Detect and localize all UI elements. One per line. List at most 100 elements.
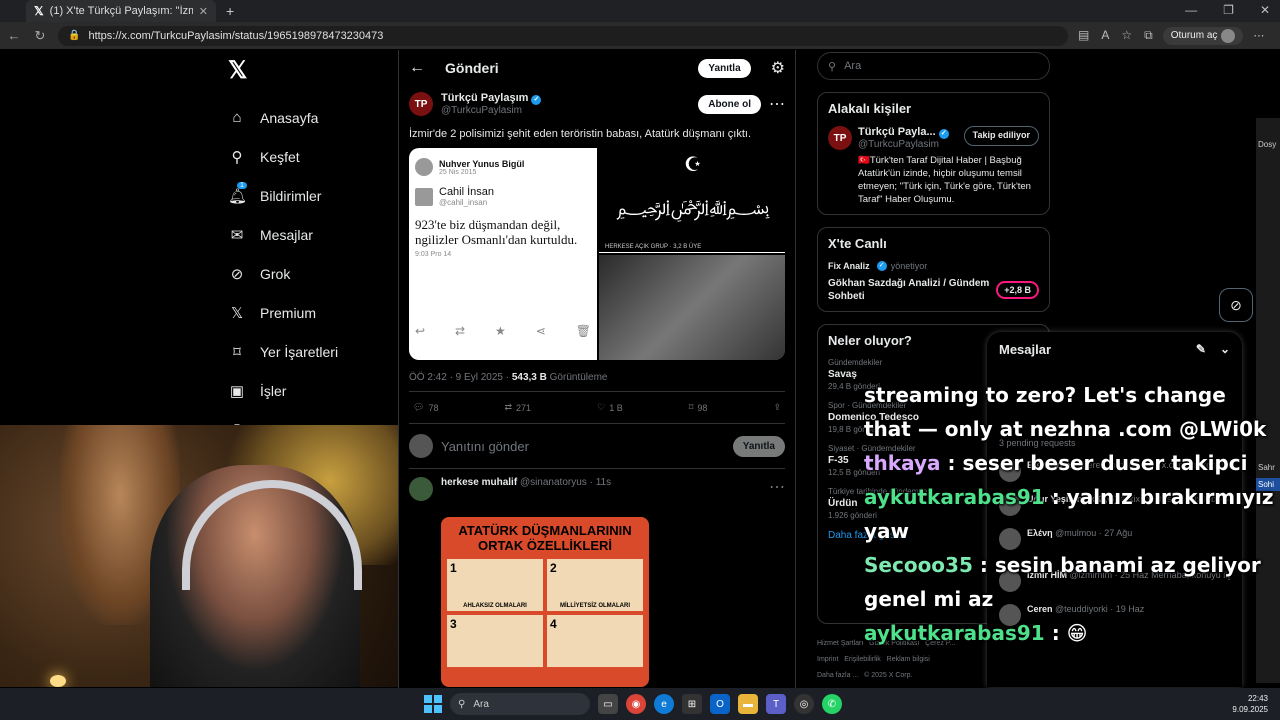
side-panel-label[interactable]: Dosy — [1256, 138, 1280, 151]
tab-title: (1) X'te Türkçü Paylaşım: "İzmir'de — [49, 5, 193, 17]
author-handle[interactable]: @TurkcuPaylasim — [441, 105, 690, 116]
bookmark-action[interactable]: ⌑ 98 — [689, 402, 708, 413]
footer-link[interactable]: Daha fazla ... — [817, 672, 858, 679]
close-window-icon[interactable]: ✕ — [1260, 3, 1270, 17]
edge-icon[interactable]: e — [654, 694, 674, 714]
filter-icon[interactable]: ⚙ — [771, 58, 785, 78]
live-host-name[interactable]: Fix Analiz — [828, 261, 870, 271]
footer-link[interactable]: Imprint — [817, 656, 838, 663]
teams-icon[interactable]: T — [766, 694, 786, 714]
collections-icon[interactable]: ⧉ — [1144, 28, 1153, 43]
outlook-icon[interactable]: O — [710, 694, 730, 714]
related-avatar[interactable]: TP — [828, 126, 852, 150]
close-tab-icon[interactable]: ✕ — [199, 5, 208, 18]
author-info: Türkçü Paylaşım ✓ @TurkcuPaylasim — [441, 92, 690, 116]
subscribe-button[interactable]: Abone ol — [698, 94, 761, 114]
reply-author-handle[interactable]: @sinanatoryus — [520, 477, 587, 488]
task-view-icon[interactable]: ▭ — [598, 694, 618, 714]
taskbar-clock[interactable]: 22:43 9.09.2025 — [1232, 693, 1268, 715]
read-aloud-icon[interactable]: A — [1101, 28, 1109, 43]
verified-icon: ✓ — [938, 129, 949, 139]
like-action[interactable]: ♡ 1 B — [597, 402, 623, 413]
footer-link[interactable]: Reklam bilgisi — [887, 656, 930, 663]
more-options-icon[interactable]: ⋯ — [769, 94, 785, 114]
reply-more-icon[interactable]: ⋯ — [769, 477, 785, 501]
file-explorer-icon[interactable]: ▬ — [738, 694, 758, 714]
quote-user: Cahil İnsan — [439, 186, 495, 198]
live-card: X'te Canlı Fix Analiz ✓ yönetiyor Gökhan S… — [817, 227, 1050, 312]
post-time[interactable]: ÖÖ 2:42 · 9 Eyl 2025 · — [409, 372, 509, 383]
related-info: Türkçü Payla... ✓ @TurkcuPaylasim — [858, 126, 958, 150]
signin-button[interactable]: Oturum aç — [1162, 26, 1244, 45]
media-photo[interactable] — [599, 255, 785, 360]
nav-label: Yer İşaretleri — [260, 343, 339, 360]
nav-explore[interactable]: ⚲ Keşfet — [220, 137, 395, 176]
author-name[interactable]: Türkçü Paylaşım — [441, 92, 528, 104]
post-media[interactable]: Nuhver Yunus Bigül 25 Nis 2015 Cahil İnsa… — [409, 148, 785, 360]
x-home-logo-icon[interactable]: 𝕏 — [228, 56, 395, 86]
cell-label: MİLLİYETSİZ OLMALARI — [560, 603, 630, 609]
quote-user-handle: @cahil_insan — [439, 198, 488, 207]
post-text: İzmir'de 2 polisimizi şehit eden teröris… — [409, 128, 752, 140]
nav-premium[interactable]: 𝕏 Premium — [220, 293, 395, 332]
nav-jobs[interactable]: ▣ İşler — [220, 371, 395, 410]
footer-link[interactable]: Erişilebilirlik — [844, 656, 881, 663]
reply-icon: ↩ — [415, 324, 426, 338]
back-arrow-icon[interactable]: ← — [409, 59, 425, 77]
search-input[interactable]: ⚲ Ara — [817, 52, 1050, 80]
chrome-icon[interactable]: ◉ — [626, 694, 646, 714]
compose-message-icon[interactable]: ✎ — [1196, 342, 1206, 356]
media-screenshot[interactable]: Nuhver Yunus Bigül 25 Nis 2015 Cahil İnsa… — [409, 148, 597, 360]
nav-label: Anasayfa — [260, 109, 319, 126]
obs-icon[interactable]: ◎ — [794, 694, 814, 714]
author-avatar[interactable]: TP — [409, 92, 433, 116]
following-button[interactable]: Takip ediliyor — [963, 126, 1039, 146]
live-space[interactable]: Gökhan Sazdağı Analizi / Gündem Sohbeti … — [828, 277, 1039, 303]
grok-float-button[interactable]: ⊘ — [1219, 288, 1253, 322]
browser-toolbar: ← ↻ 🔒 https://x.com/TurkcuPaylasim/statu… — [0, 22, 1280, 49]
retweet-icon: ⇄ — [455, 324, 466, 338]
reply-header-button[interactable]: Yanıtla — [698, 58, 751, 78]
related-name[interactable]: Türkçü Payla... — [858, 126, 936, 138]
maximize-icon[interactable]: ❐ — [1223, 3, 1234, 17]
nav-bookmarks[interactable]: ⌑ Yer İşaretleri — [220, 332, 395, 371]
post-header: ← Gönderi Yanıtla ⚙ — [399, 50, 795, 86]
share-action[interactable]: ⇪ — [773, 402, 781, 413]
reader-icon[interactable]: ▤ — [1078, 28, 1089, 43]
messages-header[interactable]: Mesajlar ✎ ⌄ — [987, 332, 1242, 366]
reply-submit-button[interactable]: Yanıtla — [732, 435, 785, 457]
related-person[interactable]: TP Türkçü Payla... ✓ @TurkcuPaylasim Taki… — [828, 126, 1039, 150]
reply-poster-image[interactable]: ATATÜRK DÜŞMANLARININ ORTAK ÖZELLİKLERİ … — [441, 517, 649, 687]
nav-home[interactable]: ⌂ Anasayfa — [220, 98, 395, 137]
windows-start-icon[interactable] — [424, 695, 442, 713]
media-flag[interactable]: ☪ ﷽ HERKESE AÇIK GRUP · 3,2 B ÜYE — [599, 148, 785, 253]
browser-tab[interactable]: 𝕏 (1) X'te Türkçü Paylaşım: "İzmir'de ✕ — [26, 0, 216, 22]
taskbar-search[interactable]: ⚲ Ara — [450, 693, 590, 715]
nav-messages[interactable]: ✉ Mesajlar — [220, 215, 395, 254]
poster-cell: 2 MİLLİYETSİZ OLMALARI — [547, 559, 643, 611]
repost-action[interactable]: ⇄ 271 — [505, 402, 532, 413]
reply-input[interactable]: Yanıtını gönder — [441, 439, 725, 454]
minimize-icon[interactable]: — — [1185, 3, 1197, 17]
star-icon: ★ — [495, 324, 506, 338]
favorite-icon[interactable]: ☆ — [1121, 28, 1132, 43]
footer-link[interactable]: Hizmet Şartları — [817, 640, 863, 647]
nav-label: Mesajlar — [260, 226, 313, 243]
nav-notifications[interactable]: 🔔︎ 1 Bildirimler — [220, 176, 395, 215]
view-count: 543,3 B — [511, 372, 547, 383]
back-icon[interactable]: ← — [6, 28, 22, 43]
reply-author-name[interactable]: herkese muhalif — [441, 477, 517, 488]
heart-icon: ♡ — [597, 402, 606, 412]
nav-grok[interactable]: ⊘ Grok — [220, 254, 395, 293]
reload-icon[interactable]: ↻ — [32, 28, 48, 44]
cell-number: 2 — [550, 561, 557, 575]
reply-action[interactable]: 💬︎ 78 — [413, 402, 438, 413]
reply-author-avatar[interactable] — [409, 477, 433, 501]
address-bar[interactable]: 🔒 https://x.com/TurkcuPaylasim/status/19… — [58, 25, 1068, 46]
store-icon[interactable]: ⊞ — [682, 694, 702, 714]
lock-icon: 🔒 — [68, 30, 81, 41]
menu-icon[interactable]: ⋯ — [1253, 29, 1264, 42]
new-tab-icon[interactable]: + — [226, 3, 234, 19]
whatsapp-icon[interactable]: ✆ — [822, 694, 842, 714]
collapse-icon[interactable]: ⌄ — [1220, 342, 1230, 356]
